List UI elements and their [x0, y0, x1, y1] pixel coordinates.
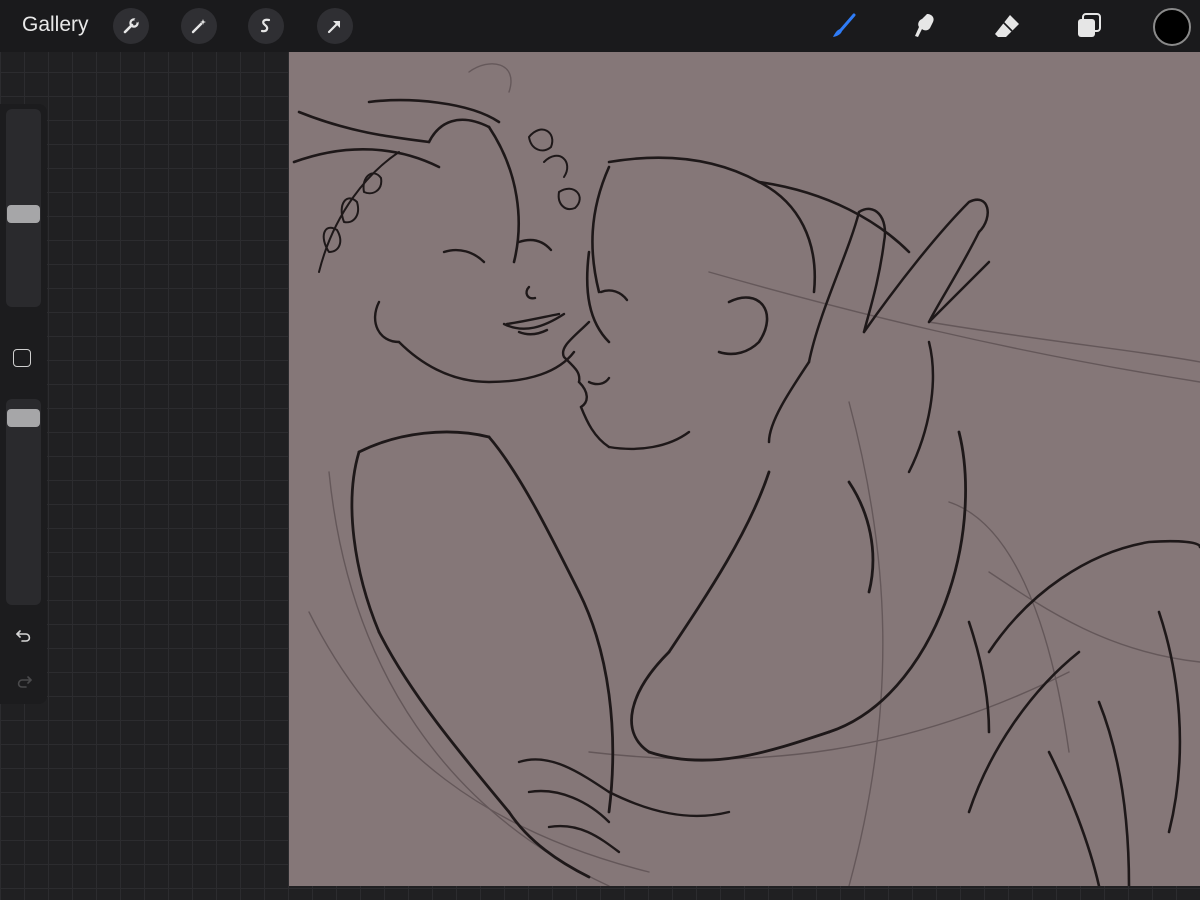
- layers-icon[interactable]: [1071, 8, 1107, 44]
- undo-icon[interactable]: [12, 624, 36, 648]
- smudge-icon[interactable]: [907, 8, 943, 44]
- eraser-icon[interactable]: [989, 8, 1025, 44]
- opacity-slider-thumb[interactable]: [7, 409, 40, 427]
- sketch-artwork: [292, 63, 1200, 886]
- wrench-icon[interactable]: [113, 8, 149, 44]
- selection-icon[interactable]: [248, 8, 284, 44]
- color-picker-swatch[interactable]: [1153, 8, 1191, 46]
- opacity-slider[interactable]: [6, 399, 41, 605]
- brush-icon[interactable]: [826, 8, 862, 44]
- brush-size-slider[interactable]: [6, 109, 41, 307]
- gallery-button[interactable]: Gallery: [22, 13, 89, 37]
- magic-wand-icon[interactable]: [181, 8, 217, 44]
- modify-button[interactable]: [13, 349, 31, 367]
- sidebar: [0, 104, 47, 704]
- top-toolbar: Gallery: [0, 0, 1200, 52]
- brush-size-slider-thumb[interactable]: [7, 205, 40, 223]
- transform-arrow-icon[interactable]: [317, 8, 353, 44]
- drawing-canvas[interactable]: [289, 52, 1200, 886]
- redo-icon[interactable]: [12, 670, 36, 694]
